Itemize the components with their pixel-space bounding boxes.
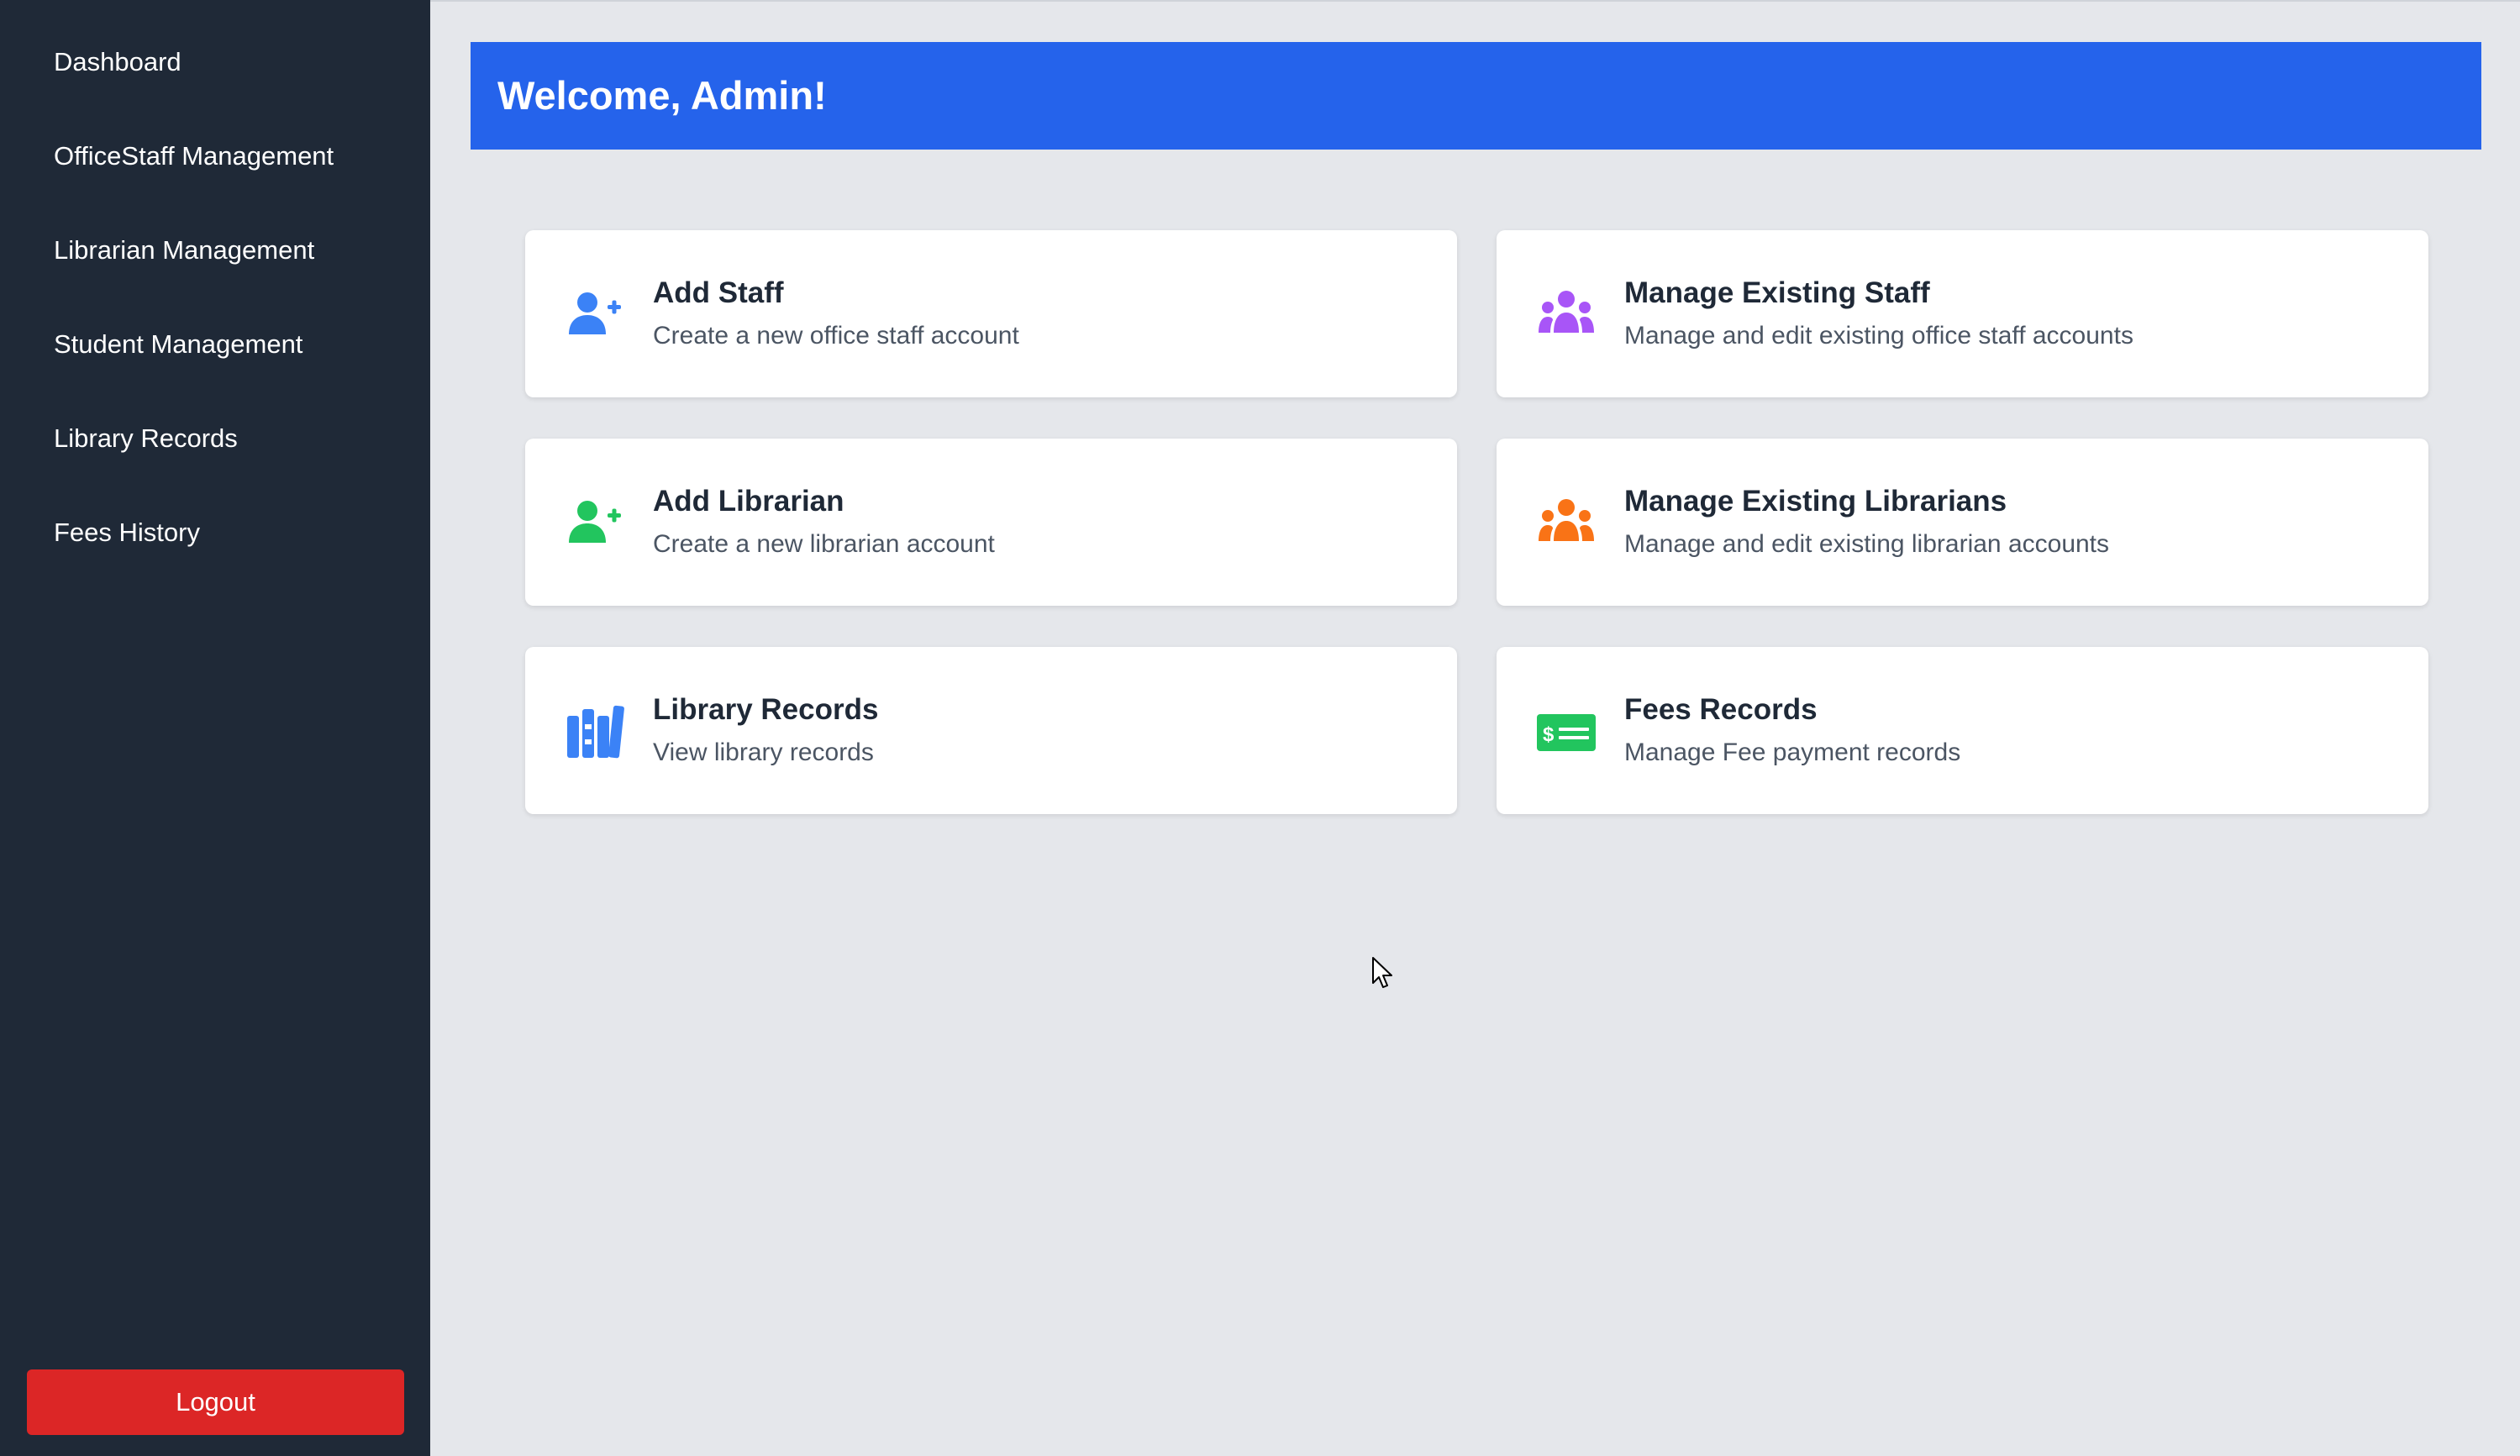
money-bill-icon: $ — [1537, 702, 1596, 761]
sidebar-item-dashboard[interactable]: Dashboard — [54, 45, 182, 79]
sidebar-item-librarian-management[interactable]: Librarian Management — [54, 234, 314, 267]
card-description: Manage and edit existing office staff ac… — [1624, 322, 2133, 350]
users-icon — [1537, 494, 1596, 553]
add-librarian-card[interactable]: Add Librarian Create a new librarian acc… — [525, 439, 1457, 606]
card-title: Add Librarian — [653, 485, 844, 518]
card-title: Library Records — [653, 693, 879, 726]
sidebar-item-student-management[interactable]: Student Management — [54, 328, 303, 361]
library-records-card[interactable]: Library Records View library records — [525, 647, 1457, 814]
logout-button[interactable]: Logout — [27, 1369, 404, 1435]
books-icon — [566, 702, 624, 761]
card-title: Fees Records — [1624, 693, 1818, 726]
card-description: Create a new office staff account — [653, 322, 1019, 350]
app-window: Dashboard OfficeStaff Management Librari… — [0, 0, 2520, 1456]
sidebar-item-fees-history[interactable]: Fees History — [54, 516, 200, 549]
fees-records-card[interactable]: $ Fees Records Manage Fee payment record… — [1497, 647, 2428, 814]
user-plus-icon — [566, 286, 624, 344]
sidebar-item-library-records[interactable]: Library Records — [54, 422, 238, 455]
sidebar-item-officestaff-management[interactable]: OfficeStaff Management — [54, 139, 334, 173]
main-content: Welcome, Admin! Add Staff Create a new o… — [430, 0, 2520, 1456]
page-title: Welcome, Admin! — [497, 73, 827, 118]
card-description: View library records — [653, 739, 874, 766]
welcome-header: Welcome, Admin! — [471, 42, 2481, 150]
sidebar: Dashboard OfficeStaff Management Librari… — [0, 0, 430, 1456]
card-title: Add Staff — [653, 276, 784, 309]
card-title: Manage Existing Librarians — [1624, 485, 2007, 518]
users-icon — [1537, 286, 1596, 344]
card-description: Manage Fee payment records — [1624, 739, 1961, 766]
card-description: Manage and edit existing librarian accou… — [1624, 530, 2110, 558]
svg-text:$: $ — [1543, 723, 1555, 746]
manage-staff-card[interactable]: Manage Existing Staff Manage and edit ex… — [1497, 230, 2428, 397]
card-title: Manage Existing Staff — [1624, 276, 1930, 309]
manage-librarians-card[interactable]: Manage Existing Librarians Manage and ed… — [1497, 439, 2428, 606]
user-plus-icon — [566, 494, 624, 553]
card-description: Create a new librarian account — [653, 530, 995, 558]
mouse-pointer-icon — [1371, 956, 1397, 991]
add-staff-card[interactable]: Add Staff Create a new office staff acco… — [525, 230, 1457, 397]
